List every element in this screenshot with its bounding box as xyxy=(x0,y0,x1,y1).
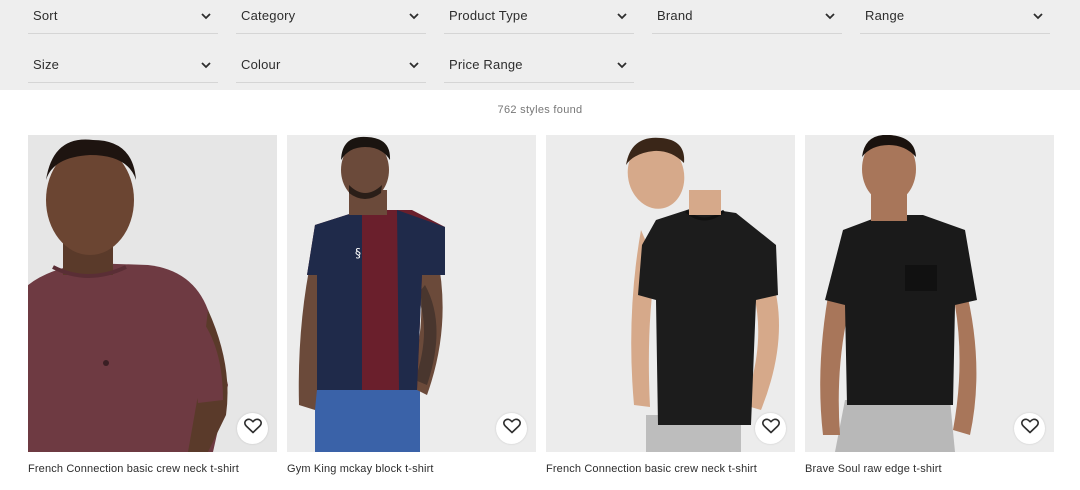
heart-icon xyxy=(243,418,262,439)
chevron-down-icon xyxy=(200,10,212,22)
filter-label: Range xyxy=(865,8,905,23)
save-for-later-button[interactable] xyxy=(496,413,527,444)
filter-brand[interactable]: Brand xyxy=(652,0,842,34)
chevron-down-icon xyxy=(1032,10,1044,22)
product-title[interactable]: French Connection basic crew neck t-shir… xyxy=(28,463,277,475)
filter-label: Size xyxy=(33,57,60,72)
filter-label: Price Range xyxy=(449,57,523,72)
filter-label: Category xyxy=(241,8,296,23)
chevron-down-icon xyxy=(824,10,836,22)
filter-bar: Sort Category Product Type Brand Range S… xyxy=(0,0,1080,90)
heart-icon xyxy=(761,418,780,439)
chevron-down-icon xyxy=(616,10,628,22)
chevron-down-icon xyxy=(408,10,420,22)
product-card[interactable]: § Gym King mckay block t-shirt xyxy=(287,135,536,485)
product-title[interactable]: Gym King mckay block t-shirt xyxy=(287,463,536,475)
filter-price-range[interactable]: Price Range xyxy=(444,49,634,83)
save-for-later-button[interactable] xyxy=(1014,413,1045,444)
filter-category[interactable]: Category xyxy=(236,0,426,34)
filter-range[interactable]: Range xyxy=(860,0,1050,34)
product-title[interactable]: Brave Soul raw edge t-shirt xyxy=(805,463,1054,475)
save-for-later-button[interactable] xyxy=(237,413,268,444)
heart-icon xyxy=(502,418,521,439)
filter-size[interactable]: Size xyxy=(28,49,218,83)
product-card[interactable]: French Connection basic crew neck t-shir… xyxy=(28,135,277,485)
filter-label: Brand xyxy=(657,8,693,23)
save-for-later-button[interactable] xyxy=(755,413,786,444)
filter-sort[interactable]: Sort xyxy=(28,0,218,34)
chevron-down-icon xyxy=(408,59,420,71)
filter-colour[interactable]: Colour xyxy=(236,49,426,83)
filter-label: Colour xyxy=(241,57,281,72)
product-title[interactable]: French Connection basic crew neck t-shir… xyxy=(546,463,795,475)
filter-label: Sort xyxy=(33,8,58,23)
results-count: 762 styles found xyxy=(497,104,583,116)
heart-icon xyxy=(1020,418,1039,439)
product-image[interactable] xyxy=(28,135,277,452)
filter-label: Product Type xyxy=(449,8,528,23)
product-image[interactable]: § xyxy=(287,135,536,452)
filter-product-type[interactable]: Product Type xyxy=(444,0,634,34)
svg-text:§: § xyxy=(355,246,361,260)
product-image[interactable] xyxy=(546,135,795,452)
product-card[interactable]: Brave Soul raw edge t-shirt xyxy=(805,135,1054,485)
product-image[interactable] xyxy=(805,135,1054,452)
chevron-down-icon xyxy=(200,59,212,71)
chevron-down-icon xyxy=(616,59,628,71)
product-card[interactable]: French Connection basic crew neck t-shir… xyxy=(546,135,795,485)
